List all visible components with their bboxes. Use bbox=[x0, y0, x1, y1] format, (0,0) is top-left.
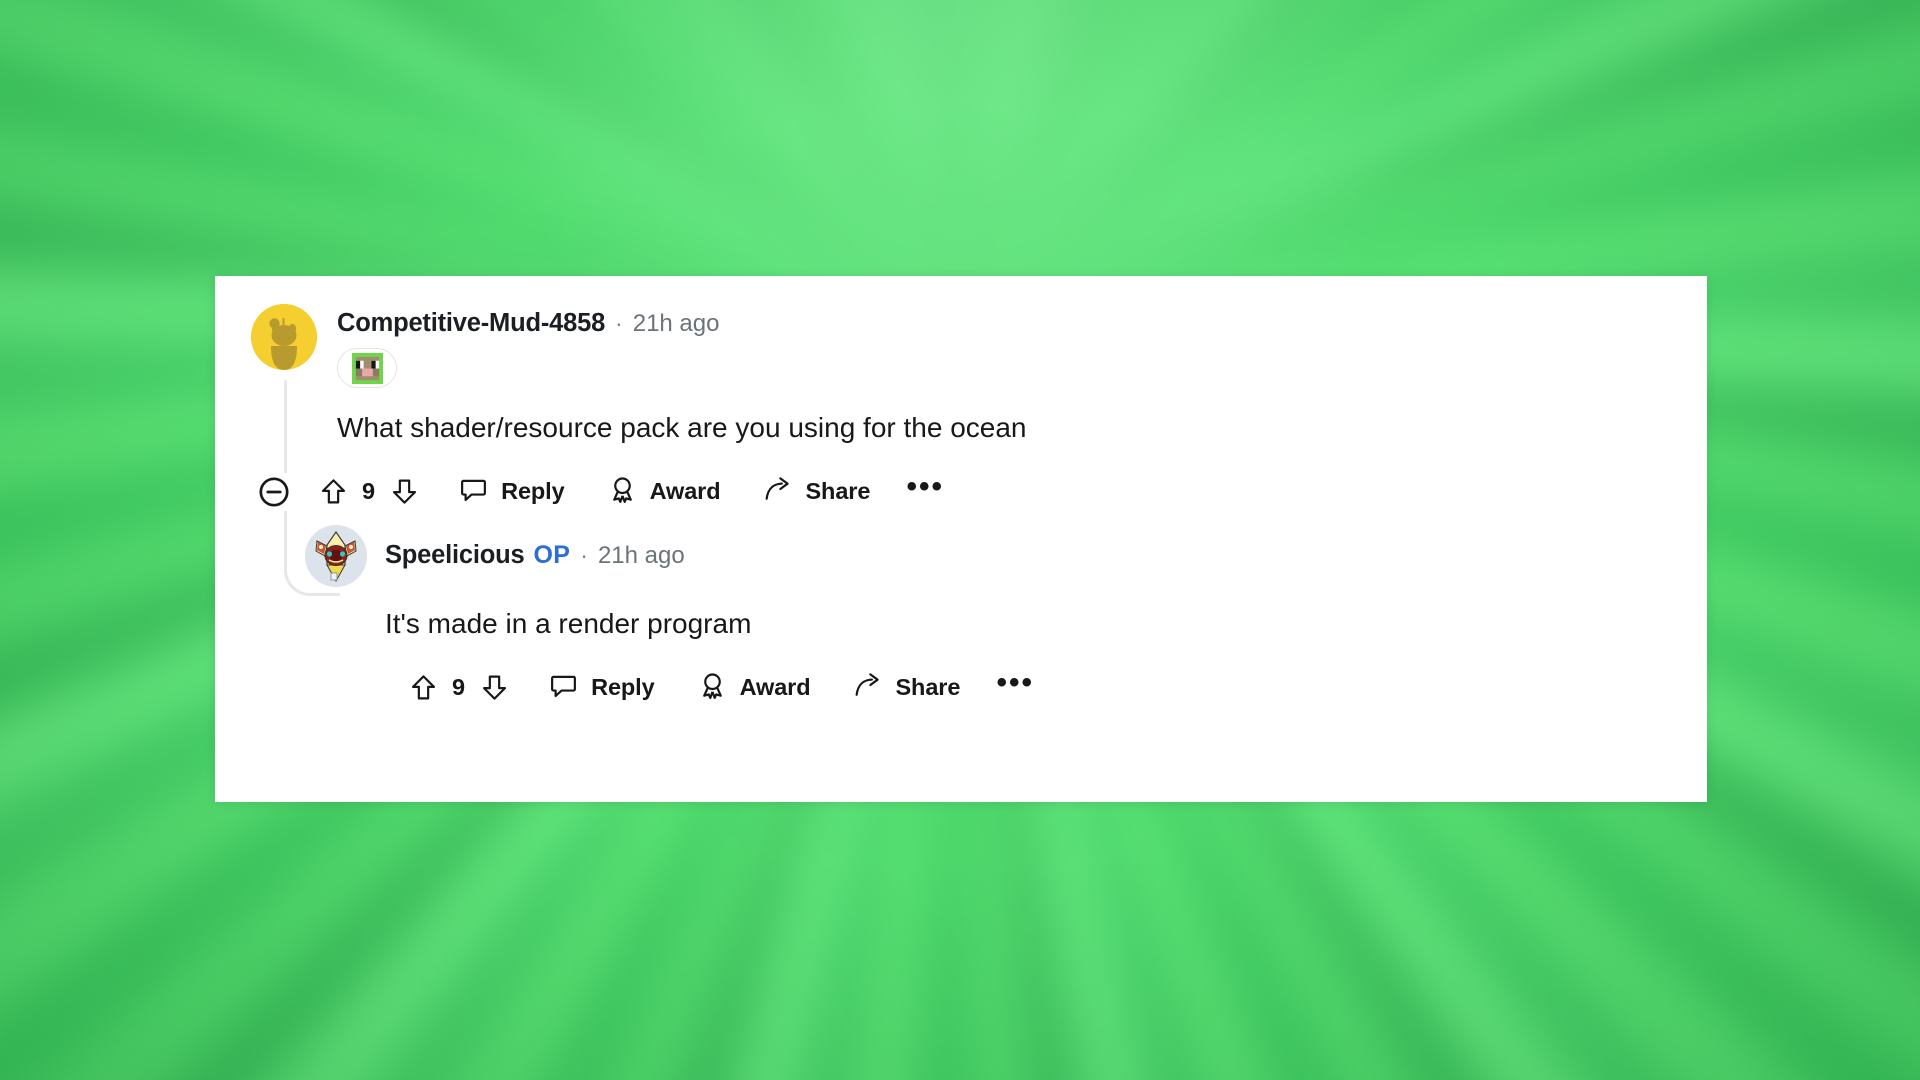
comment-award-button[interactable]: Award bbox=[597, 469, 731, 515]
reply-container: Speelicious OP · 21h ago It's made in a … bbox=[251, 524, 1707, 711]
reply-share-button[interactable]: Share bbox=[842, 665, 970, 711]
reply-name-row: Speelicious OP · 21h ago bbox=[385, 541, 685, 570]
award-medal-icon bbox=[697, 670, 728, 706]
comment-reply-label: Reply bbox=[501, 478, 565, 505]
more-options-icon[interactable]: ••• bbox=[992, 665, 1038, 711]
reply-reply-label: Reply bbox=[591, 674, 655, 701]
comment-share-button[interactable]: Share bbox=[752, 469, 880, 515]
reply-header: Speelicious OP · 21h ago bbox=[305, 524, 1707, 587]
comment-reply-button[interactable]: Reply bbox=[448, 469, 575, 515]
more-options-icon[interactable]: ••• bbox=[902, 469, 948, 515]
reply-username[interactable]: Speelicious bbox=[385, 541, 525, 570]
reply-timestamp: 21h ago bbox=[597, 542, 685, 570]
award-medal-icon bbox=[607, 474, 638, 510]
comment-bubble-icon bbox=[458, 474, 489, 510]
comment-header: Competitive-Mud-4858 · 21h ago bbox=[251, 304, 1707, 389]
separator-dot: · bbox=[615, 310, 623, 336]
comment-identity: Competitive-Mud-4858 · 21h ago bbox=[337, 304, 719, 389]
share-arrow-icon bbox=[852, 670, 883, 706]
reply-vote-count: 9 bbox=[452, 674, 466, 701]
op-badge: OP bbox=[533, 541, 571, 570]
comment-bubble-icon bbox=[548, 670, 579, 706]
comment-username[interactable]: Competitive-Mud-4858 bbox=[337, 309, 605, 338]
separator-dot: · bbox=[580, 542, 588, 569]
upvote-arrow-icon[interactable] bbox=[401, 666, 445, 710]
reply-reply-button[interactable]: Reply bbox=[538, 665, 665, 711]
share-arrow-icon bbox=[762, 474, 793, 510]
comment-timestamp: 21h ago bbox=[632, 310, 720, 337]
reply-award-button[interactable]: Award bbox=[687, 665, 821, 711]
minecraft-zombie-villager-flair-icon bbox=[351, 352, 383, 384]
comment-body-text: What shader/resource pack are you using … bbox=[337, 411, 1027, 443]
reply-share-label: Share bbox=[895, 674, 961, 701]
reddit-snoo-avatar-icon[interactable] bbox=[251, 304, 317, 370]
reply-award-label: Award bbox=[739, 674, 811, 701]
comment-award-label: Award bbox=[649, 478, 721, 505]
comment-name-row: Competitive-Mud-4858 · 21h ago bbox=[337, 309, 719, 338]
downvote-arrow-icon[interactable] bbox=[382, 470, 426, 514]
user-flair-chip[interactable] bbox=[337, 348, 397, 388]
collapse-minus-icon[interactable] bbox=[255, 472, 293, 511]
comment-card: Competitive-Mud-4858 · 21h ago What shad… bbox=[215, 276, 1707, 802]
reply-vote-group: 9 bbox=[401, 666, 516, 710]
reply-action-bar: 9 Reply Award Share ••• bbox=[305, 665, 1707, 711]
comment-vote-count: 9 bbox=[362, 478, 376, 505]
comment-share-label: Share bbox=[805, 478, 871, 505]
reply-body-text: It's made in a render program bbox=[385, 607, 752, 639]
comment-thread: Competitive-Mud-4858 · 21h ago What shad… bbox=[215, 304, 1707, 711]
op-creature-avatar-icon[interactable] bbox=[305, 524, 367, 587]
comment-action-bar: 9 Reply Award Share ••• bbox=[251, 469, 1707, 515]
downvote-arrow-icon[interactable] bbox=[472, 666, 516, 710]
